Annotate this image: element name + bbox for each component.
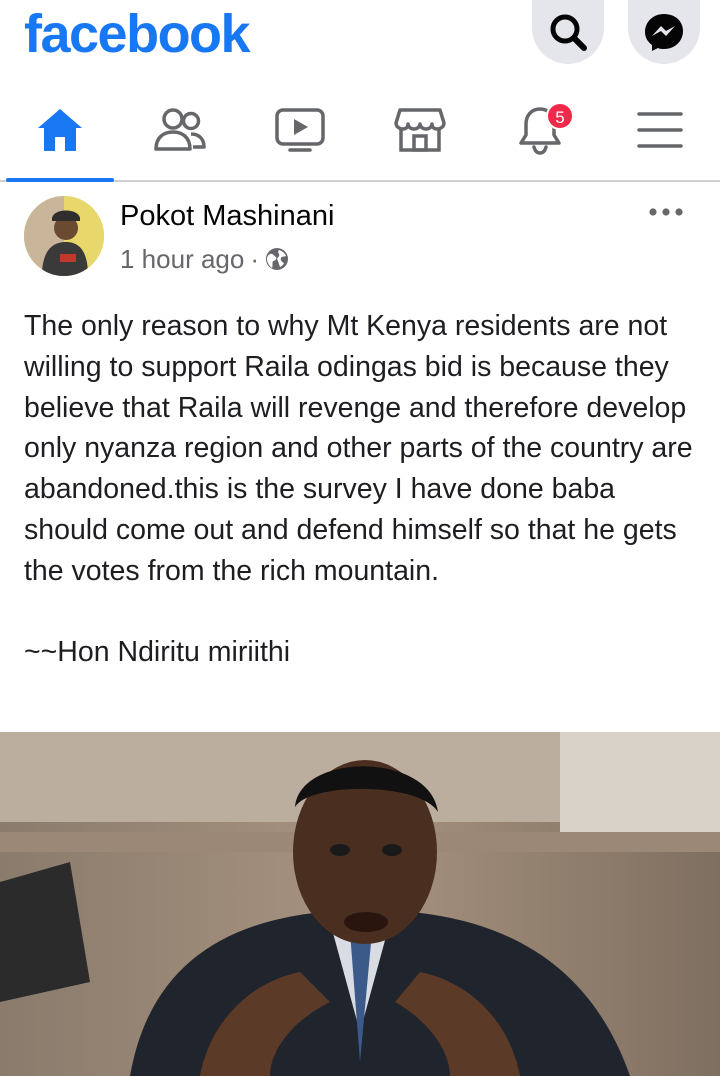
tab-friends[interactable] bbox=[120, 78, 240, 182]
meta-separator: · bbox=[250, 244, 259, 274]
tab-bar: 5 bbox=[0, 78, 720, 182]
post-options-button[interactable] bbox=[640, 194, 692, 230]
home-icon bbox=[38, 109, 82, 151]
search-icon bbox=[550, 14, 587, 51]
post-meta: 1 hour ago · bbox=[120, 242, 289, 276]
post-author[interactable]: Pokot Mashinani bbox=[120, 198, 334, 234]
globe-icon bbox=[266, 248, 288, 270]
tab-marketplace[interactable] bbox=[360, 78, 480, 182]
post-header: Pokot Mashinani 1 hour ago · bbox=[0, 184, 720, 294]
hamburger-icon bbox=[637, 112, 683, 148]
tab-notifications[interactable]: 5 bbox=[480, 78, 600, 182]
avatar[interactable] bbox=[24, 196, 104, 276]
notification-badge: 5 bbox=[546, 102, 574, 130]
top-bar: facebook bbox=[0, 0, 720, 78]
search-button[interactable] bbox=[532, 0, 604, 64]
tab-menu[interactable] bbox=[600, 78, 720, 182]
store-icon bbox=[394, 108, 446, 152]
facebook-logo[interactable]: facebook bbox=[24, 2, 251, 66]
post-timestamp[interactable]: 1 hour ago bbox=[120, 242, 244, 276]
video-icon bbox=[275, 108, 325, 152]
more-dots-icon bbox=[649, 208, 683, 216]
friends-icon bbox=[154, 108, 206, 151]
post-body: The only reason to why Mt Kenya resident… bbox=[24, 310, 693, 669]
messenger-button[interactable] bbox=[628, 0, 700, 64]
tab-watch[interactable] bbox=[240, 78, 360, 182]
post-photo[interactable] bbox=[0, 732, 720, 1076]
tab-home[interactable] bbox=[0, 78, 120, 182]
messenger-icon bbox=[645, 14, 683, 51]
